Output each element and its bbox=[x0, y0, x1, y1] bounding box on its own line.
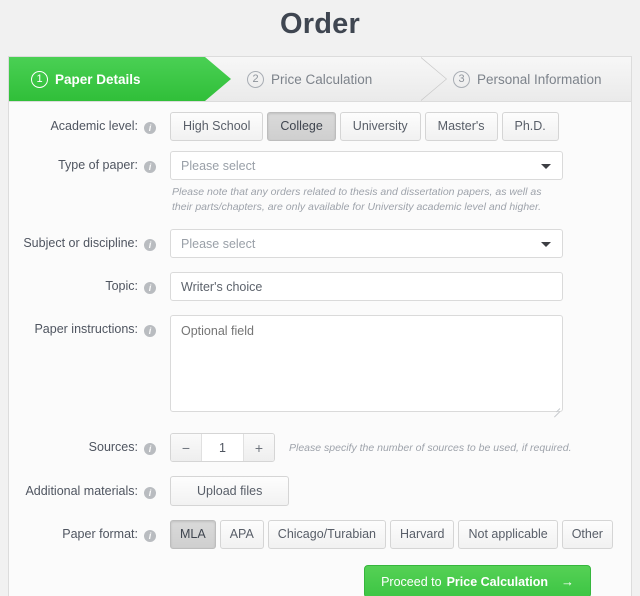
academic-level-options: High School College University Master's … bbox=[170, 112, 631, 141]
step-personal-information[interactable]: 3 Personal Information bbox=[453, 57, 602, 101]
sources-value[interactable]: 1 bbox=[202, 434, 243, 461]
step-progress-bar: 1 Paper Details 2 Price Calculation 3 Pe… bbox=[9, 57, 631, 102]
field-topic bbox=[170, 272, 631, 301]
label-paper-format: Paper format: i bbox=[9, 527, 156, 542]
label-type-of-paper: Type of paper: i bbox=[9, 151, 156, 173]
row-topic: Topic: i bbox=[9, 272, 631, 301]
paper-format-options: MLA APA Chicago/Turabian Harvard Not app… bbox=[170, 520, 631, 549]
page-title: Order bbox=[280, 8, 360, 40]
field-additional-materials: Upload files bbox=[170, 476, 631, 506]
sources-hint: Please specify the number of sources to … bbox=[289, 441, 572, 454]
field-sources: − 1 + Please specify the number of sourc… bbox=[170, 433, 631, 462]
row-paper-instructions: Paper instructions: i bbox=[9, 315, 631, 418]
type-of-paper-select[interactable]: Please select bbox=[170, 151, 563, 180]
chevron-down-icon-type-of-paper bbox=[541, 164, 551, 169]
info-icon-type-of-paper[interactable]: i bbox=[144, 161, 156, 173]
chevron-down-icon-subject bbox=[541, 242, 551, 247]
row-proceed: Proceed to Price Calculation → bbox=[9, 559, 631, 596]
type-of-paper-value: Please select bbox=[181, 158, 256, 173]
step-label-price-calculation: Price Calculation bbox=[271, 71, 373, 87]
step-label-paper-details: Paper Details bbox=[55, 71, 141, 87]
step-number-3: 3 bbox=[453, 70, 470, 88]
step-number-1: 1 bbox=[31, 70, 48, 88]
label-paper-format-text: Paper format: bbox=[62, 527, 138, 541]
row-sources: Sources: i − 1 + Please specify the numbe… bbox=[9, 433, 631, 462]
academic-level-option-high-school[interactable]: High School bbox=[170, 112, 264, 141]
step-number-2: 2 bbox=[247, 70, 264, 88]
paper-format-option-other[interactable]: Other bbox=[561, 520, 613, 549]
info-icon-academic-level[interactable]: i bbox=[144, 122, 156, 134]
label-subject: Subject or discipline: i bbox=[9, 229, 156, 251]
label-additional-materials: Additional materials: i bbox=[9, 484, 156, 499]
sources-stepper: − 1 + bbox=[170, 433, 275, 462]
info-icon-subject[interactable]: i bbox=[144, 239, 156, 251]
order-form: Academic level: i High School College Uni… bbox=[9, 102, 631, 596]
row-additional-materials: Additional materials: i Upload files bbox=[9, 476, 631, 506]
step-separator-chevron-icon bbox=[421, 57, 447, 101]
field-paper-format: MLA APA Chicago/Turabian Harvard Not app… bbox=[170, 520, 631, 549]
label-sources-text: Sources: bbox=[88, 440, 138, 454]
paper-format-option-not-applicable[interactable]: Not applicable bbox=[458, 520, 558, 549]
paper-format-option-chicago-turabian[interactable]: Chicago/Turabian bbox=[267, 520, 387, 549]
sources-increment-button[interactable]: + bbox=[243, 434, 274, 461]
label-paper-instructions-text: Paper instructions: bbox=[34, 322, 138, 336]
label-subject-text: Subject or discipline: bbox=[23, 236, 138, 250]
order-form-card: 1 Paper Details 2 Price Calculation 3 Pe… bbox=[8, 56, 632, 596]
info-icon-sources[interactable]: i bbox=[144, 443, 156, 455]
row-paper-format: Paper format: i MLA APA Chicago/Turabian … bbox=[9, 520, 631, 549]
label-type-of-paper-text: Type of paper: bbox=[58, 158, 138, 172]
label-academic-level: Academic level: i bbox=[9, 112, 156, 134]
step-label-personal-information: Personal Information bbox=[477, 71, 602, 87]
label-paper-instructions: Paper instructions: i bbox=[9, 315, 156, 337]
proceed-to-price-calculation-button[interactable]: Proceed to Price Calculation → bbox=[364, 565, 591, 596]
topic-input[interactable] bbox=[170, 272, 563, 301]
info-icon-additional-materials[interactable]: i bbox=[144, 486, 156, 499]
arrow-right-icon: → bbox=[561, 574, 574, 589]
label-topic-text: Topic: bbox=[105, 279, 138, 293]
paper-instructions-wrap bbox=[170, 315, 563, 418]
subject-value: Please select bbox=[181, 236, 256, 251]
label-additional-materials-text: Additional materials: bbox=[25, 483, 138, 498]
label-topic: Topic: i bbox=[9, 272, 156, 294]
academic-level-option-masters[interactable]: Master's bbox=[424, 112, 498, 141]
label-sources: Sources: i bbox=[9, 440, 156, 455]
field-subject: Please select bbox=[170, 229, 631, 258]
academic-level-option-college[interactable]: College bbox=[267, 112, 336, 141]
proceed-prefix: Proceed to bbox=[381, 574, 442, 589]
paper-format-option-harvard[interactable]: Harvard bbox=[390, 520, 455, 549]
type-of-paper-note: Please note that any orders related to t… bbox=[172, 186, 542, 213]
academic-level-option-university[interactable]: University bbox=[339, 112, 421, 141]
paper-instructions-textarea[interactable] bbox=[170, 315, 563, 412]
subject-select[interactable]: Please select bbox=[170, 229, 563, 258]
paper-format-option-apa[interactable]: APA bbox=[219, 520, 264, 549]
row-academic-level: Academic level: i High School College Uni… bbox=[9, 112, 631, 141]
row-type-of-paper: Type of paper: i Please select Please not… bbox=[9, 151, 631, 215]
field-paper-instructions bbox=[170, 315, 631, 418]
info-icon-paper-instructions[interactable]: i bbox=[144, 325, 156, 337]
step-paper-details[interactable]: 1 Paper Details bbox=[9, 57, 231, 101]
academic-level-option-phd[interactable]: Ph.D. bbox=[501, 112, 559, 141]
sources-decrement-button[interactable]: − bbox=[171, 434, 202, 461]
label-academic-level-text: Academic level: bbox=[50, 119, 138, 133]
proceed-strong: Price Calculation bbox=[446, 574, 548, 589]
info-icon-topic[interactable]: i bbox=[144, 282, 156, 294]
field-academic-level: High School College University Master's … bbox=[170, 112, 631, 141]
upload-files-button[interactable]: Upload files bbox=[170, 476, 290, 506]
field-type-of-paper: Please select Please note that any order… bbox=[170, 151, 631, 215]
row-subject: Subject or discipline: i Please select bbox=[9, 229, 631, 258]
info-icon-paper-format[interactable]: i bbox=[144, 530, 156, 542]
step-price-calculation[interactable]: 2 Price Calculation bbox=[247, 57, 372, 101]
paper-format-option-mla[interactable]: MLA bbox=[170, 520, 216, 549]
